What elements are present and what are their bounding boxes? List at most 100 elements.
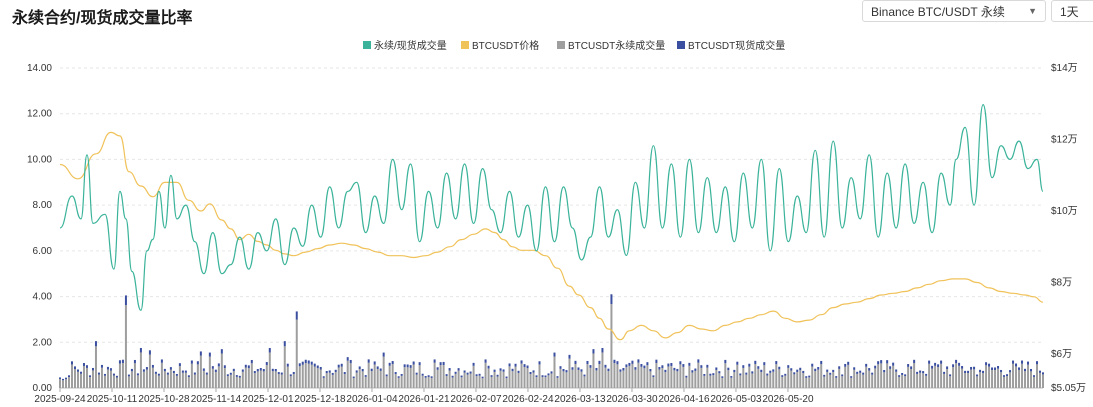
spot-volume-bar [535, 375, 538, 378]
spot-volume-bar [685, 375, 688, 378]
perp-volume-bar [1033, 376, 1036, 388]
spot-volume-bar [118, 360, 121, 364]
spot-volume-bar [469, 371, 472, 374]
perp-volume-bar [514, 366, 517, 388]
spot-volume-bar [439, 362, 442, 366]
spot-volume-bar [769, 370, 772, 373]
perp-volume-bar [364, 376, 367, 388]
perp-volume-bar [925, 375, 928, 388]
perp-volume-bar [160, 362, 163, 388]
perp-volume-bar [547, 375, 550, 388]
spot-volume-bar [385, 374, 388, 377]
spot-volume-bar [817, 367, 820, 370]
spot-volume-bar [451, 375, 454, 378]
perp-volume-bar [148, 354, 151, 388]
perp-volume-bar [916, 373, 919, 388]
perp-volume-bar [892, 365, 895, 388]
spot-volume-bar [964, 370, 967, 374]
spot-volume-bar [70, 361, 73, 365]
spot-volume-bar [823, 374, 826, 377]
perp-volume-bar [568, 358, 571, 388]
perp-volume-bar [769, 372, 772, 388]
spot-volume-bar [763, 362, 766, 366]
perp-volume-bar [601, 352, 604, 388]
spot-volume-bar [145, 367, 148, 370]
spot-volume-bar [646, 362, 649, 366]
spot-volume-bar [91, 367, 94, 371]
spot-volume-bar [1009, 370, 1012, 373]
perp-volume-bar [211, 368, 214, 388]
spot-volume-bar [916, 371, 919, 374]
spot-volume-bar [997, 366, 1000, 369]
perp-volume-bar [559, 368, 562, 388]
spot-volume-bar [1027, 361, 1030, 365]
ratio-chart: 0.00 2.00 4.00 6.00 8.00 10.00 12.00 14.00 $5.05… [27, 39, 1086, 405]
perp-volume-bar [589, 367, 592, 388]
y-left-tick-label: 4.00 [33, 292, 53, 303]
ratio-line [59, 103, 1044, 311]
perp-volume-bar [151, 367, 154, 388]
perp-volume-bar [805, 377, 808, 388]
spot-volume-bar [178, 363, 181, 367]
perp-volume-bar [106, 369, 109, 388]
perp-volume-bar [997, 368, 1000, 388]
spot-volume-bar [1015, 363, 1018, 367]
spot-volume-bar [307, 360, 310, 364]
spot-volume-bar [163, 368, 166, 372]
spot-volume-bar [139, 348, 142, 353]
spot-volume-bar [517, 370, 520, 373]
spot-volume-bar [415, 372, 418, 375]
perp-volume-bar [760, 372, 763, 388]
spot-volume-bar [565, 370, 568, 373]
spot-volume-bar [337, 364, 340, 368]
x-tick-label: 2025-12-18 [294, 394, 346, 405]
perp-volume-bar [205, 374, 208, 388]
perp-volume-bar [772, 371, 775, 388]
spot-volume-bar [373, 361, 376, 365]
perp-volume-bar [883, 372, 886, 388]
spot-volume-bar [871, 372, 874, 375]
perp-volume-bar [757, 368, 760, 388]
spot-volume-bar [325, 371, 328, 374]
spot-volume-bar [130, 368, 133, 372]
spot-volume-bar [418, 362, 421, 366]
perp-volume-bar [475, 376, 478, 388]
spot-volume-bar [643, 365, 646, 369]
spot-volume-bar [724, 359, 727, 364]
perp-volume-bar [175, 375, 178, 388]
perp-volume-bar [1000, 372, 1003, 388]
y-left-tick-label: 0.00 [33, 383, 53, 394]
perp-volume-bar [736, 364, 739, 388]
perp-volume-bar [82, 365, 85, 388]
perp-volume-bar [829, 374, 832, 388]
perp-volume-bar [169, 369, 172, 388]
spot-volume-bar [268, 348, 271, 353]
perp-volume-bar [328, 372, 331, 388]
spot-volume-bar [946, 366, 949, 370]
perp-volume-bar [331, 374, 334, 388]
spot-volume-bar [301, 361, 304, 365]
spot-volume-bar [226, 374, 229, 377]
spot-volume-bar [973, 366, 976, 370]
spot-volume-bar [217, 363, 220, 367]
spot-volume-bar [937, 364, 940, 368]
perp-volume-bar [1039, 372, 1042, 388]
perp-volume-bar [115, 377, 118, 388]
spot-volume-bar [577, 367, 580, 370]
perp-volume-bar [799, 370, 802, 388]
perp-volume-bar [823, 376, 826, 388]
perp-volume-bar [301, 364, 304, 388]
perp-volume-bar [235, 376, 238, 388]
spot-volume-bar [838, 366, 841, 369]
perp-volume-bar [781, 376, 784, 388]
perp-volume-bar [1015, 366, 1018, 388]
perp-volume-bar [166, 374, 169, 388]
spot-volume-bar [103, 373, 106, 376]
perp-volume-bar [889, 368, 892, 388]
perp-volume-bar [223, 368, 226, 388]
spot-volume-bar [835, 376, 838, 378]
perp-volume-bar [970, 369, 973, 388]
spot-volume-bar [811, 363, 814, 367]
spot-volume-bar [883, 370, 886, 373]
perp-volume-bar [628, 365, 631, 388]
